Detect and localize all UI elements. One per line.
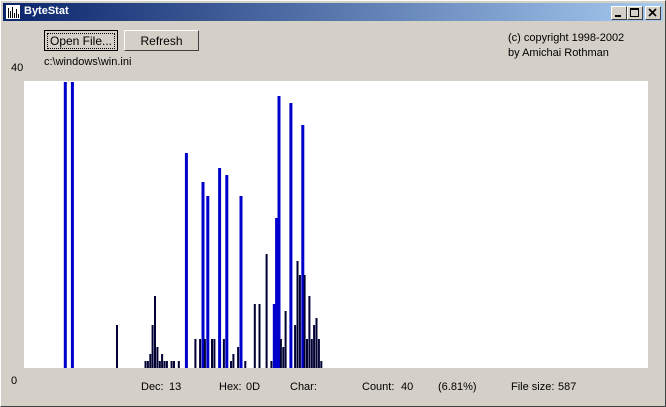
histogram-bar-13[interactable]	[70, 82, 74, 368]
histogram-bar-109[interactable]	[298, 275, 301, 368]
bar-chart-icon	[6, 5, 20, 19]
histogram-bar-77[interactable]	[222, 339, 225, 368]
title-bar[interactable]: ByteStat	[3, 3, 663, 21]
histogram-bar-95[interactable]	[265, 254, 268, 368]
file-path: c:\windows\win.ini	[44, 56, 132, 68]
minimize-button[interactable]	[611, 6, 627, 20]
histogram-bar-55[interactable]	[170, 361, 173, 368]
histogram-bar-80[interactable]	[230, 361, 232, 368]
char-label: Char:	[290, 381, 317, 393]
histogram-bar-58[interactable]	[177, 361, 180, 368]
histogram-bar-10[interactable]	[63, 82, 67, 368]
histogram-bar-46[interactable]	[149, 354, 152, 368]
hex-label: Hex:	[219, 381, 242, 393]
hex-value: 0D	[246, 381, 261, 393]
histogram-bar-75[interactable]	[218, 168, 222, 368]
histogram-bar-73[interactable]	[213, 339, 216, 368]
maximize-icon	[630, 8, 639, 17]
histogram-bar-49[interactable]	[156, 347, 159, 368]
maximize-button[interactable]	[627, 6, 643, 20]
histogram-bar-103[interactable]	[284, 311, 287, 368]
byte-histogram[interactable]	[24, 81, 648, 368]
histogram-bar-53[interactable]	[165, 361, 168, 368]
histogram-bar-45[interactable]	[146, 361, 149, 368]
histogram-bar-70[interactable]	[206, 196, 210, 368]
histogram-bar-117[interactable]	[317, 339, 320, 368]
histogram-bar-65[interactable]	[194, 339, 197, 368]
bytestat-window: ByteStat Open File... Refresh c:\windows…	[0, 0, 666, 407]
histogram-bar-86[interactable]	[244, 361, 247, 368]
dec-value: 13	[169, 381, 182, 393]
histogram-bar-107[interactable]	[294, 325, 297, 368]
filesize-value: 587	[558, 381, 577, 393]
histogram-svg[interactable]	[24, 81, 648, 368]
histogram-bar-100[interactable]	[277, 96, 281, 368]
histogram-bar-101[interactable]	[279, 339, 282, 368]
histogram-bar-111[interactable]	[303, 275, 306, 368]
filesize-label: File size:	[511, 381, 555, 393]
histogram-bar-67[interactable]	[199, 339, 202, 368]
histogram-bar-48[interactable]	[154, 296, 156, 368]
histogram-bar-92[interactable]	[258, 304, 261, 368]
histogram-bar-105[interactable]	[289, 103, 293, 368]
histogram-bar-84[interactable]	[239, 196, 243, 368]
histogram-bar-69[interactable]	[203, 339, 206, 368]
histogram-bar-50[interactable]	[158, 361, 161, 368]
open-file-label: Open File...	[46, 32, 116, 49]
close-button[interactable]	[645, 6, 661, 20]
refresh-button[interactable]: Refresh	[124, 30, 199, 51]
histogram-bar-61[interactable]	[184, 153, 188, 368]
dec-label: Dec:	[141, 381, 164, 393]
window-title: ByteStat	[24, 5, 69, 17]
histogram-bar-114[interactable]	[310, 339, 313, 368]
histogram-bar-51[interactable]	[161, 354, 164, 368]
histogram-bar-44[interactable]	[144, 361, 147, 368]
histogram-bar-115[interactable]	[313, 325, 316, 368]
histogram-bar-116[interactable]	[315, 318, 318, 368]
minimize-icon	[615, 15, 621, 17]
histogram-bar-90[interactable]	[253, 304, 256, 368]
histogram-bar-47[interactable]	[151, 325, 154, 368]
count-percent: (6.81%)	[438, 381, 477, 393]
histogram-bar-112[interactable]	[306, 339, 308, 368]
histogram-bar-52[interactable]	[163, 361, 166, 368]
open-file-button[interactable]: Open File...	[44, 30, 118, 51]
histogram-bar-102[interactable]	[282, 347, 285, 368]
histogram-bar-83[interactable]	[237, 347, 240, 368]
histogram-bar-81[interactable]	[232, 354, 235, 368]
histogram-bar-118[interactable]	[320, 361, 323, 368]
histogram-bar-78[interactable]	[225, 175, 229, 368]
count-label: Count:	[362, 381, 395, 393]
histogram-bar-72[interactable]	[211, 339, 213, 368]
close-icon	[648, 8, 657, 17]
count-value: 40	[401, 381, 414, 393]
copyright-line1: (c) copyright 1998-2002	[508, 32, 625, 44]
histogram-bar-113[interactable]	[308, 296, 311, 368]
copyright-line2: by Amichai Rothman	[508, 47, 609, 59]
histogram-bar-32[interactable]	[116, 325, 118, 368]
y-axis-min-label: 0	[11, 375, 18, 387]
histogram-bar-97[interactable]	[270, 361, 273, 368]
histogram-bar-56[interactable]	[173, 361, 175, 368]
histogram-bar-108[interactable]	[296, 261, 299, 368]
y-axis-max-label: 40	[11, 62, 24, 74]
